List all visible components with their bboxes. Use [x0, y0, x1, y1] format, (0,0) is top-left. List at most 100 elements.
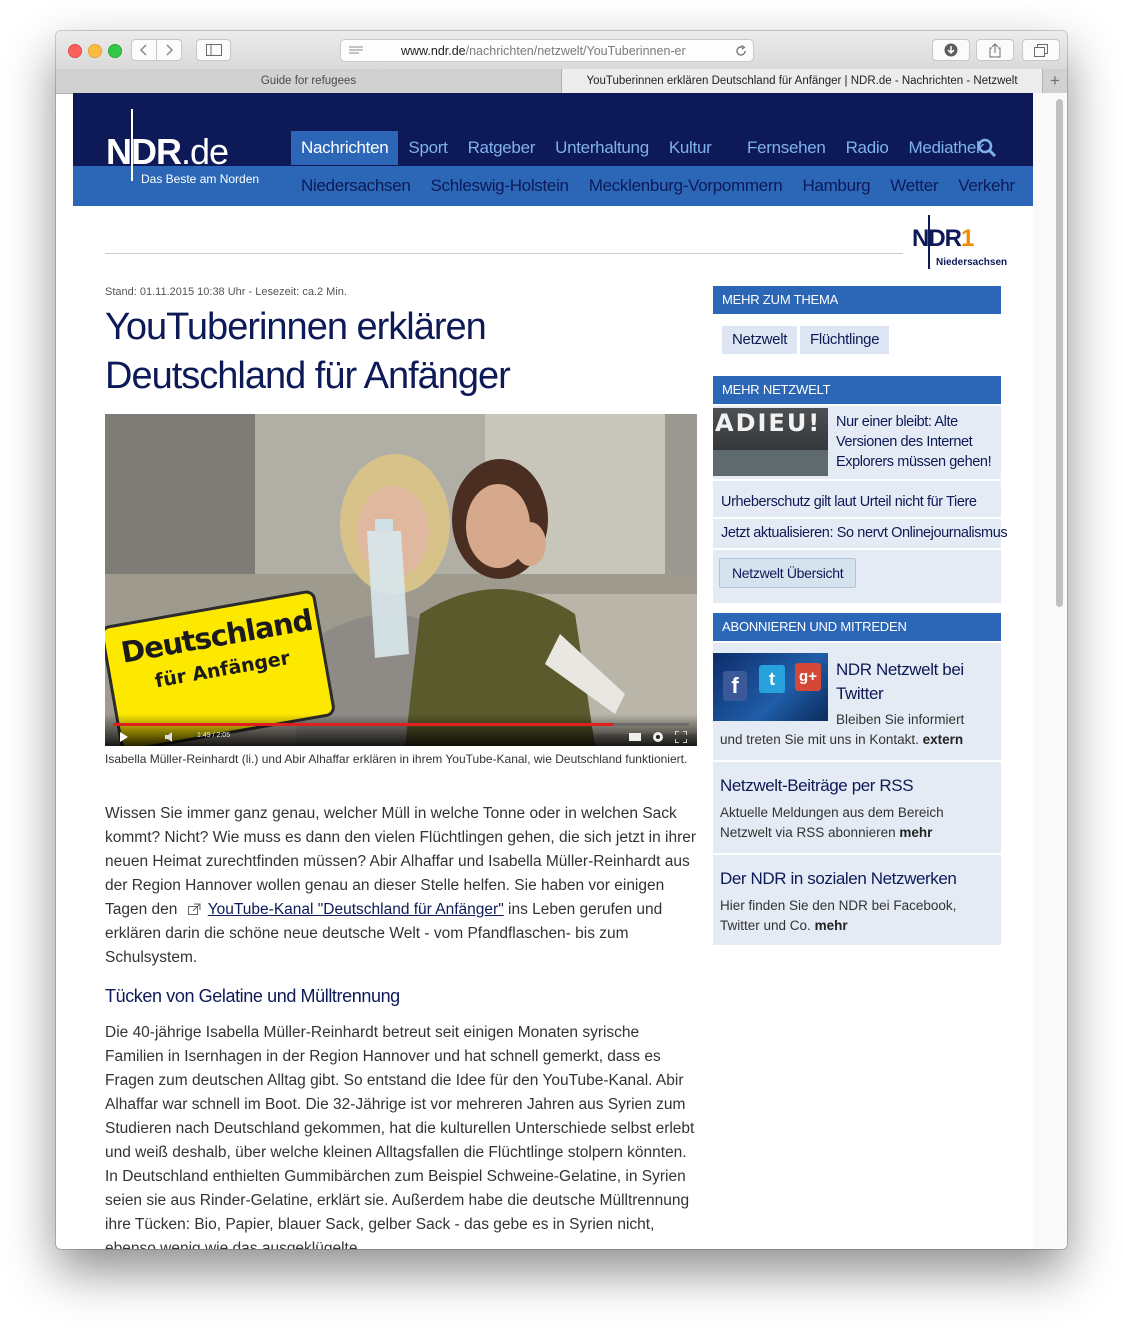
social-teaser-title[interactable]: Der NDR in sozialen Netzwerken: [720, 867, 957, 891]
ndr-logo[interactable]: NDR.de Das Beste am Norden: [106, 109, 266, 191]
settings-icon[interactable]: [651, 730, 665, 744]
volume-icon[interactable]: [165, 732, 177, 742]
show-tabs-button[interactable]: [1022, 39, 1060, 61]
teaser-image-ground: [713, 450, 828, 476]
nav-fernsehen[interactable]: Fernsehen: [737, 131, 836, 165]
teaser-image-text: ADIEU!: [715, 409, 822, 437]
extern-link[interactable]: extern: [923, 732, 964, 747]
netzwelt-uebersicht-button[interactable]: Netzwelt Übersicht: [719, 558, 857, 588]
downloads-button[interactable]: [932, 39, 970, 61]
play-icon[interactable]: [119, 732, 129, 742]
tabs-icon: [1034, 43, 1048, 57]
browser-window: www.ndr.de/nachrichten/netzwelt/YouTuber…: [56, 31, 1067, 1249]
search-icon[interactable]: [977, 138, 997, 158]
rss-teaser-title[interactable]: Netzwelt-Beiträge per RSS: [720, 774, 914, 798]
logo-tagline: Das Beste am Norden: [141, 172, 260, 186]
captions-icon[interactable]: [629, 732, 641, 742]
article-paragraph-2: Die 40-jährige Isabella Müller-Reinhardt…: [105, 1024, 695, 1249]
subnav-niedersachsen[interactable]: Niedersachsen: [291, 166, 421, 206]
sidebar-heading-mehr-netzwelt: MEHR NETZWELT: [713, 376, 1001, 404]
back-button[interactable]: [131, 39, 157, 61]
article-meta: Stand: 01.11.2015 10:38 Uhr - Lesezeit: …: [105, 286, 347, 298]
twitter-icon: t: [759, 665, 785, 693]
sidebar-heading-mehr-zum-thema: MEHR ZUM THEMA: [713, 286, 1001, 314]
zoom-window-button[interactable]: [108, 44, 122, 58]
forward-button[interactable]: [156, 39, 182, 61]
sidebar-toggle-button[interactable]: [196, 39, 231, 61]
close-window-button[interactable]: [68, 44, 82, 58]
article-paragraph-1: Wissen Sie immer ganz genau, welcher Mül…: [105, 802, 697, 970]
sidebar-heading-abonnieren: ABONNIEREN UND MITREDEN: [713, 613, 1001, 641]
nav-kultur[interactable]: Kultur: [659, 131, 722, 165]
sidebar-divider: [713, 517, 1001, 519]
tag-netzwelt[interactable]: Netzwelt: [722, 326, 798, 354]
facebook-icon: f: [723, 671, 747, 701]
reader-icon[interactable]: [349, 46, 363, 56]
browser-toolbar: www.ndr.de/nachrichten/netzwelt/YouTuber…: [56, 31, 1067, 70]
address-bar[interactable]: www.ndr.de/nachrichten/netzwelt/YouTuber…: [340, 39, 754, 62]
subnav-wetter[interactable]: Wetter: [880, 166, 948, 206]
video-time: 1:49 / 2:05: [197, 732, 231, 739]
share-icon: [989, 42, 1001, 57]
link-urheberschutz[interactable]: Urheberschutz gilt laut Urteil nicht für…: [721, 492, 977, 512]
nav-nachrichten[interactable]: Nachrichten: [291, 131, 399, 165]
subnav-schleswig-holstein[interactable]: Schleswig-Holstein: [421, 166, 579, 206]
tab-strip: Guide for refugees YouTuberinnen erkläre…: [56, 69, 1067, 94]
sub-nav: Niedersachsen Schleswig-Holstein Mecklen…: [291, 166, 1025, 206]
video-progress-track[interactable]: [113, 723, 689, 726]
ndr1-niedersachsen-logo[interactable]: NDR1 Niedersachsen: [910, 215, 1008, 271]
rss-teaser-text: Aktuelle Meldungen aus dem Bereich Netzw…: [720, 803, 990, 843]
ndr1-divider: [105, 253, 903, 254]
page-viewport: NDR.de Das Beste am Norden Nachrichten S…: [73, 93, 1033, 1249]
fullscreen-icon[interactable]: [675, 731, 687, 743]
social-more-link[interactable]: mehr: [815, 918, 848, 933]
teaser-ie-link[interactable]: Nur einer bleibt: Alte Versionen des Int…: [836, 412, 996, 472]
link-onlinejournalismus[interactable]: Jetzt aktualisieren: So nervt Onlinejour…: [721, 523, 1008, 543]
ndr1-region: Niedersachsen: [936, 257, 1008, 268]
sidebar-divider: [713, 548, 1001, 550]
article-headline: YouTuberinnen erklären Deutschland für A…: [105, 306, 511, 397]
tab-label: Guide for refugees: [260, 75, 357, 87]
ndr1-wordmark: NDR1: [912, 225, 974, 252]
url-text[interactable]: www.ndr.de/nachrichten/netzwelt/YouTuber…: [401, 44, 691, 58]
social-teaser-text: Hier finden Sie den NDR bei Facebook, Tw…: [720, 896, 990, 936]
reload-icon[interactable]: [735, 45, 747, 57]
sidebar-icon: [205, 44, 222, 56]
youtube-channel-link[interactable]: YouTube-Kanal "Deutschland für Anfänger": [208, 901, 504, 918]
ie-teaser-image[interactable]: ADIEU!: [713, 408, 828, 476]
url-path: /nachrichten/netzwelt/YouTuberinnen-er: [465, 44, 686, 58]
video-controls: [105, 714, 697, 746]
nav-sport[interactable]: Sport: [398, 131, 457, 165]
sidebar-divider: [713, 479, 1001, 481]
article-video-image[interactable]: Deutschland für Anfänger 1:49 / 2:05: [105, 414, 697, 746]
subnav-hamburg[interactable]: Hamburg: [792, 166, 880, 206]
sidebar-divider: [713, 853, 1001, 855]
nav-radio[interactable]: Radio: [836, 131, 899, 165]
url-domain: www.ndr.de: [401, 44, 466, 58]
download-icon: [944, 43, 958, 57]
subnav-verkehr[interactable]: Verkehr: [948, 166, 1025, 206]
subnav-mecklenburg-vorpommern[interactable]: Mecklenburg-Vorpommern: [579, 166, 793, 206]
nav-ratgeber[interactable]: Ratgeber: [458, 131, 546, 165]
tab-guide-for-refugees[interactable]: Guide for refugees: [56, 69, 561, 93]
main-nav: Nachrichten Sport Ratgeber Unterhaltung …: [291, 131, 721, 165]
rss-more-link[interactable]: mehr: [899, 825, 932, 840]
article-subheading: Tücken von Gelatine und Mülltrennung: [105, 986, 400, 1006]
scrollbar-thumb[interactable]: [1056, 99, 1063, 607]
share-button[interactable]: [976, 39, 1014, 61]
tab-ndr-article[interactable]: YouTuberinnen erklären Deutschland für A…: [561, 69, 1043, 93]
image-caption: Isabella Müller-Reinhardt (li.) und Abir…: [105, 752, 688, 766]
back-chevron-icon: [139, 44, 147, 56]
new-tab-button[interactable]: +: [1043, 69, 1067, 93]
secondary-nav: Fernsehen Radio Mediathek: [737, 131, 994, 165]
video-progress-fill: [113, 723, 615, 726]
minimize-window-button[interactable]: [88, 44, 102, 58]
logo-wordmark: NDR.de: [106, 131, 229, 172]
google-plus-icon: g+: [795, 663, 821, 691]
external-link-icon: [187, 903, 201, 915]
tag-fluechtlinge[interactable]: Flüchtlinge: [800, 326, 890, 354]
sidebar-divider: [713, 760, 1001, 762]
nav-unterhaltung[interactable]: Unterhaltung: [545, 131, 659, 165]
twitter-teaser-title[interactable]: NDR Netzwelt bei Twitter: [836, 658, 996, 706]
twitter-teaser-text: Bleiben Sie informiert und treten Sie mi…: [720, 710, 990, 750]
